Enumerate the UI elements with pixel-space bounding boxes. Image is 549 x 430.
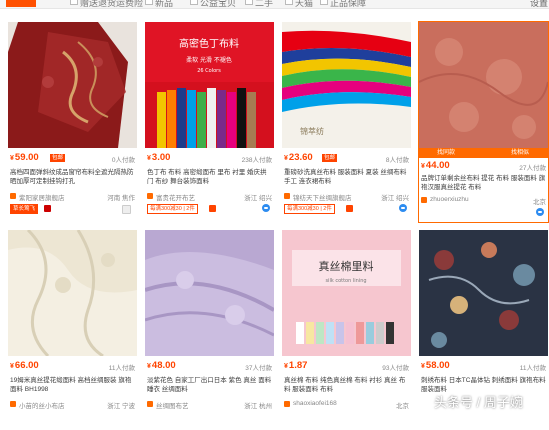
shop-icon bbox=[10, 193, 16, 199]
filter-label: 正品保障 bbox=[330, 0, 367, 8]
shop-name[interactable]: 锦纺天下丝绸旗舰店 bbox=[293, 192, 352, 202]
filter-tag[interactable] bbox=[6, 0, 36, 7]
product-image[interactable] bbox=[145, 230, 274, 356]
shop-name[interactable]: zhuoerxiuzhu bbox=[430, 196, 469, 203]
sold-count: 37人付款 bbox=[245, 365, 272, 372]
sold-count: 27人付款 bbox=[519, 165, 546, 172]
image-caption: 高密色丁布料 bbox=[179, 37, 239, 50]
free-shipping-badge: 包邮 bbox=[322, 154, 338, 162]
checkbox-icon[interactable] bbox=[122, 205, 131, 214]
shop-name[interactable]: 富贵花开布艺 bbox=[156, 192, 195, 202]
chat-icon[interactable] bbox=[262, 204, 270, 212]
shop-location: 浙江 绍兴 bbox=[381, 195, 409, 202]
sold-count: 0人付款 bbox=[111, 157, 135, 164]
shop-location: 浙江 宁波 bbox=[107, 403, 135, 410]
chat-icon[interactable] bbox=[399, 204, 407, 212]
filter-checkbox[interactable] bbox=[70, 0, 78, 5]
product-image[interactable] bbox=[419, 22, 548, 148]
filter-checkbox[interactable] bbox=[145, 0, 153, 5]
watermark: 头条号 / 周子婉 bbox=[418, 392, 548, 414]
shop-icon bbox=[284, 401, 290, 407]
shop-name[interactable]: 丝绸图布艺 bbox=[156, 400, 189, 410]
product-title[interactable]: 重磅砂洗真丝布料 服装面料 夏装 丝绸布料 手工 连衣裙布料 bbox=[284, 168, 409, 186]
product-price: ¥44.00 bbox=[421, 160, 450, 171]
product-image[interactable] bbox=[8, 230, 137, 356]
find-same-button[interactable]: 找同款 bbox=[437, 148, 455, 158]
product-card[interactable]: 找同款 找相似 ¥44.00 27人付款 品牌订单剩余丝布料 提花 布料 服装面… bbox=[418, 21, 549, 223]
settings-link[interactable]: 设置 bbox=[530, 0, 548, 8]
shop-name[interactable]: shaoxiaofei168 bbox=[293, 400, 337, 407]
filter-checkbox[interactable] bbox=[285, 0, 293, 5]
sold-count: 93人付款 bbox=[382, 365, 409, 372]
sold-count: 11人付款 bbox=[108, 365, 135, 372]
shop-icon bbox=[147, 401, 153, 407]
shop-location: 河南 焦作 bbox=[107, 195, 135, 202]
product-title[interactable]: 19姆米真丝提花缎面料 高档丝绸服装 旗袍 面料 BH1998 bbox=[10, 376, 135, 394]
product-title[interactable]: 品牌订单剩余丝布料 提花 布料 服装面料 旗袍汉服真丝提花 布料 bbox=[421, 174, 546, 192]
filter-label: 赠送退货运费险 bbox=[80, 0, 144, 8]
shop-icon bbox=[10, 401, 16, 407]
find-similar-button[interactable]: 找相似 bbox=[511, 148, 529, 158]
filter-label: 新品 bbox=[155, 0, 174, 8]
product-price: ¥3.00 bbox=[147, 152, 171, 163]
promo-tag: 每满300减30 | 2件 bbox=[284, 204, 335, 214]
product-image[interactable]: 高密色丁布料 柔软 光滑 不褪色 26 Colors bbox=[145, 22, 274, 148]
product-card[interactable]: 真丝棉里料 silk cotton lining ¥1.87 93人付款 真丝棉… bbox=[282, 230, 411, 430]
product-price: ¥1.87 bbox=[284, 360, 308, 371]
shop-location: 北京 bbox=[533, 199, 546, 206]
filter-checkbox[interactable] bbox=[320, 0, 328, 5]
product-image[interactable]: 锦萃纺 bbox=[282, 22, 411, 148]
product-card[interactable]: 高密色丁布料 柔软 光滑 不褪色 26 Colors ¥3.00 238人付款 … bbox=[145, 22, 274, 222]
watermark-logo-icon bbox=[418, 396, 431, 409]
shop-name[interactable]: 紫阳家居旗舰店 bbox=[19, 192, 65, 202]
shop-name[interactable]: 小苗的丝小布店 bbox=[19, 400, 65, 410]
shop-location: 浙江 杭州 bbox=[244, 403, 272, 410]
find-similar-bar[interactable]: 找同款 找相似 bbox=[419, 148, 548, 158]
promo-tag: 草长莺飞 bbox=[10, 204, 39, 214]
product-title[interactable]: 淡紫花色 自家工厂出口日本 紫色 真丝 面料 睡衣 丝绸面料 bbox=[147, 376, 272, 394]
sold-count: 11人付款 bbox=[519, 365, 546, 372]
image-small-caption: 26 Colors bbox=[197, 68, 221, 74]
promo-tag: 每满300减30 | 2件 bbox=[147, 204, 198, 214]
product-card[interactable]: ¥48.00 37人付款 淡紫花色 自家工厂出口日本 紫色 真丝 面料 睡衣 丝… bbox=[145, 230, 274, 430]
filter-label: 二手 bbox=[255, 0, 274, 8]
shop-icon bbox=[147, 193, 153, 199]
product-title[interactable]: 高档四面弹斜纹成品窗帘布料全遮光隔热防晒加厚可定制挂钩打孔 bbox=[10, 168, 135, 186]
gift-icon bbox=[209, 205, 216, 212]
shop-icon bbox=[421, 197, 427, 203]
filter-checkbox[interactable] bbox=[190, 0, 198, 5]
image-subcaption: silk cotton lining bbox=[325, 278, 366, 284]
filter-label: 天猫 bbox=[295, 0, 314, 8]
filter-label: 公益宝贝 bbox=[200, 0, 237, 8]
product-card[interactable]: ¥66.00 11人付款 19姆米真丝提花缎面料 高档丝绸服装 旗袍 面料 BH… bbox=[8, 230, 137, 430]
product-title[interactable]: 色丁布 布料 高密缎面布 里布 衬里 婚庆拱门 布纱 舞台装饰面料 bbox=[147, 168, 272, 186]
filter-checkbox[interactable] bbox=[245, 0, 253, 5]
brand-mark: 锦萃纺 bbox=[300, 126, 324, 136]
product-price: ¥59.00 bbox=[10, 152, 39, 163]
product-title[interactable]: 真丝棉 布料 纯色真丝棉 布料 衬衫 真丝 布料 服装面料 布料 bbox=[284, 376, 409, 394]
chat-icon[interactable] bbox=[536, 208, 544, 216]
product-card[interactable]: 锦萃纺 ¥23.60 包邮 8人付款 重磅砂洗真丝布料 服装面料 夏装 丝绸布料… bbox=[282, 22, 411, 222]
product-image[interactable] bbox=[419, 230, 548, 356]
gift-icon bbox=[346, 205, 353, 212]
image-caption: 真丝棉里料 bbox=[319, 259, 374, 273]
product-image[interactable] bbox=[8, 22, 137, 148]
product-image[interactable]: 真丝棉里料 silk cotton lining bbox=[282, 230, 411, 356]
free-shipping-badge: 包邮 bbox=[50, 154, 66, 162]
product-price: ¥23.60 bbox=[284, 152, 313, 163]
shop-icon bbox=[284, 193, 290, 199]
tmall-icon bbox=[44, 205, 51, 212]
product-price: ¥66.00 bbox=[10, 360, 39, 371]
shop-location: 北京 bbox=[396, 403, 409, 410]
filter-bar: 赠送退货运费险 新品 公益宝贝 二手 天猫 正品保障 设置 bbox=[0, 0, 549, 9]
image-subcaption: 柔软 光滑 不褪色 bbox=[186, 56, 232, 64]
product-price: ¥48.00 bbox=[147, 360, 176, 371]
shop-location: 浙江 绍兴 bbox=[244, 195, 272, 202]
product-card[interactable]: ¥59.00 包邮 0人付款 高档四面弹斜纹成品窗帘布料全遮光隔热防晒加厚可定制… bbox=[8, 22, 137, 222]
product-price: ¥58.00 bbox=[421, 360, 450, 371]
sold-count: 8人付款 bbox=[385, 157, 409, 164]
sold-count: 238人付款 bbox=[241, 157, 272, 164]
